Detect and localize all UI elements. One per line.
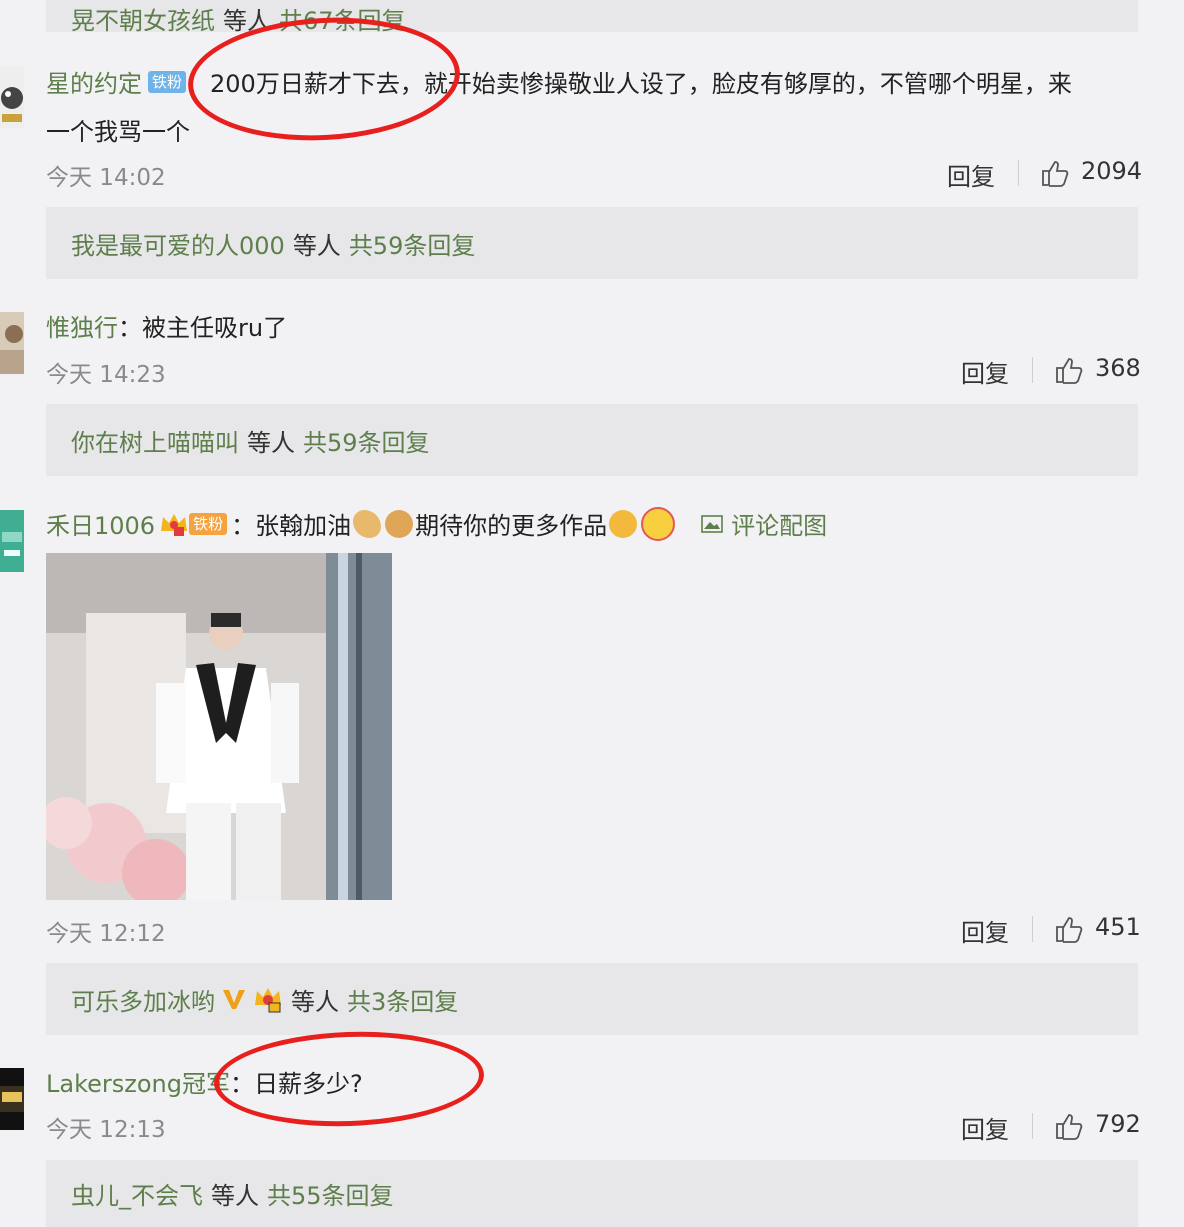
reply-summary[interactable]: 可乐多加冰哟 等人 共3条回复 <box>46 963 1138 1035</box>
reply-count[interactable]: 共55条回复 <box>267 1176 394 1211</box>
like-count: 792 <box>1095 1110 1141 1138</box>
reply-button[interactable]: 回复 <box>961 913 1009 948</box>
reply-etc: 等人 <box>211 1182 259 1210</box>
crown-icon <box>255 988 281 1013</box>
reply-button[interactable]: 回复 <box>947 157 995 192</box>
like-count: 2094 <box>1081 157 1143 185</box>
comment-text-cont: 期待你的更多作品 <box>415 512 608 540</box>
divider <box>1032 1113 1033 1139</box>
crying-emoji <box>641 506 676 541</box>
comment-text: ：日薪多少? <box>229 1070 363 1098</box>
username[interactable]: 星的约定 <box>46 64 142 99</box>
username[interactable]: 禾日1006 <box>46 506 155 541</box>
reply-button[interactable]: 回复 <box>961 354 1009 389</box>
avatar[interactable] <box>0 1068 24 1130</box>
thumbs-up-icon[interactable] <box>1040 158 1070 188</box>
reply-count[interactable]: 共59条回复 <box>349 226 476 261</box>
reply-count[interactable]: 共67条回复 <box>279 1 406 32</box>
avatar[interactable] <box>0 312 24 374</box>
reply-etc: 等人 <box>292 231 341 260</box>
comment-time: 今天 12:13 <box>46 1117 166 1143</box>
fist-emoji <box>385 509 414 538</box>
divider <box>1032 916 1033 942</box>
comment-author[interactable]: 星的约定 铁粉 ：200万日薪才下去，就开始卖惨操敬业人设了，脸皮有够厚的，不管… <box>46 64 1072 99</box>
comment-author[interactable]: Lakerszong冠军 ：日薪多少? <box>46 1064 363 1099</box>
divider <box>1032 357 1033 383</box>
verified-v-icon <box>223 990 245 1009</box>
like-count: 368 <box>1095 354 1141 382</box>
username[interactable]: 惟独行 <box>46 308 118 343</box>
avatar[interactable] <box>0 66 24 128</box>
reply-count[interactable]: 共59条回复 <box>303 423 430 458</box>
comment-image-link[interactable]: 评论配图 <box>731 506 827 541</box>
reply-users[interactable]: 虫儿_不会飞 <box>71 1176 203 1211</box>
fan-badge: 铁粉 <box>189 512 228 535</box>
reply-users[interactable]: 你在树上喵喵叫 <box>71 423 239 458</box>
comment-text-line2: 一个我骂一个 <box>46 118 190 146</box>
reply-etc: 等人 <box>247 428 295 457</box>
comment-photo[interactable] <box>46 553 392 900</box>
reply-users[interactable]: 晃不朝女孩纸 <box>71 1 215 32</box>
comment-time: 今天 14:02 <box>46 165 166 191</box>
thumbs-up-icon[interactable] <box>1054 1111 1084 1141</box>
crown-icon <box>161 513 188 536</box>
thumbs-up-icon[interactable] <box>1054 355 1084 385</box>
username[interactable]: Lakerszong冠军 <box>46 1064 230 1099</box>
thumbs-up-icon[interactable] <box>1054 914 1084 944</box>
comment-text: ：被主任吸ru了 <box>118 314 288 342</box>
reply-summary[interactable]: 你在树上喵喵叫 等人 共59条回复 <box>46 404 1138 476</box>
comment-time: 今天 12:12 <box>46 921 166 947</box>
image-icon[interactable] <box>701 514 723 534</box>
comment-author[interactable]: 惟独行 ：被主任吸ru了 <box>46 308 287 343</box>
reply-users[interactable]: 可乐多加冰哟 <box>71 982 215 1017</box>
clapping-emoji <box>609 509 638 538</box>
comment-text: ：张翰加油 <box>231 512 352 540</box>
comment-author[interactable]: 禾日1006 铁粉 ：张翰加油 期待你的更多作品 评论配图 <box>46 506 827 541</box>
reply-etc: 等人 <box>223 7 271 32</box>
reply-count[interactable]: 共3条回复 <box>347 982 458 1017</box>
reply-etc: 等人 <box>291 987 339 1016</box>
flexed-biceps-emoji <box>353 509 382 538</box>
reply-users[interactable]: 我是最可爱的人000 <box>71 226 285 261</box>
reply-summary[interactable]: 晃不朝女孩纸 等人 共67条回复 <box>46 0 1138 32</box>
divider <box>1018 160 1019 186</box>
comment-text: ：200万日薪才下去，就开始卖惨操敬业人设了，脸皮有够厚的，不管哪个明星，来 <box>186 70 1072 98</box>
fan-badge: 铁粉 <box>148 70 187 93</box>
avatar[interactable] <box>0 510 24 572</box>
comment-time: 今天 14:23 <box>46 362 166 388</box>
like-count: 451 <box>1095 913 1141 941</box>
reply-summary[interactable]: 虫儿_不会飞 等人 共55条回复 <box>46 1160 1138 1227</box>
reply-summary[interactable]: 我是最可爱的人000 等人 共59条回复 <box>46 207 1138 279</box>
reply-button[interactable]: 回复 <box>961 1110 1009 1145</box>
